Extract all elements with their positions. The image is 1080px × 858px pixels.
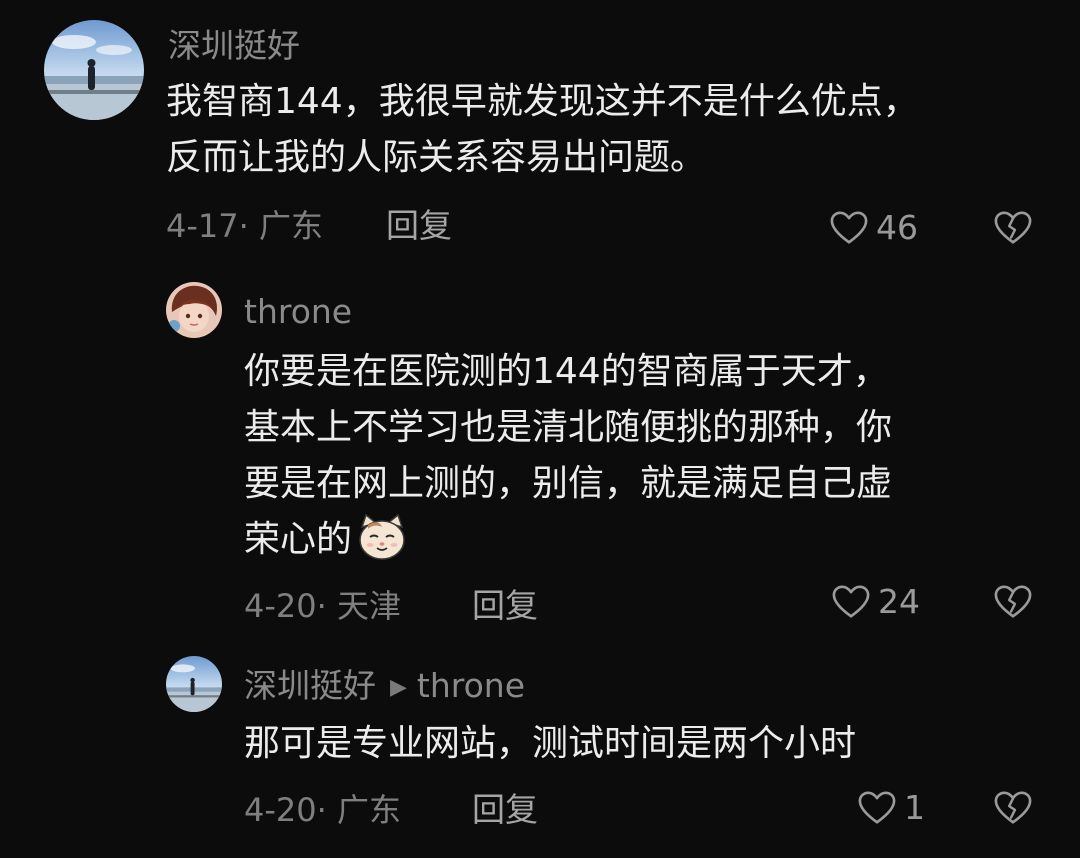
comment-date-location: 4-17· 广东	[166, 207, 323, 245]
heart-outline-icon	[832, 584, 870, 620]
lakeside-person-avatar-icon	[166, 656, 222, 712]
avatar[interactable]	[44, 20, 144, 120]
comment-text: 那可是专业网站，测试时间是两个小时	[244, 723, 857, 764]
comment-username[interactable]: throne	[244, 292, 352, 332]
like-button[interactable]: 46	[830, 208, 918, 248]
reply-button[interactable]: 回复	[386, 206, 452, 246]
comment-username[interactable]: 深圳挺好	[168, 26, 300, 66]
broken-heart-icon	[994, 210, 1032, 246]
anime-boy-avatar-icon	[166, 282, 222, 338]
avatar[interactable]	[166, 282, 222, 338]
avatar[interactable]	[166, 656, 222, 712]
dislike-button[interactable]	[994, 790, 1032, 826]
reply-to-username[interactable]: throne	[417, 666, 525, 705]
reply-button[interactable]: 回复	[472, 790, 538, 830]
like-button[interactable]: 24	[832, 582, 920, 622]
like-count: 24	[878, 582, 920, 621]
lakeside-person-avatar-icon	[44, 20, 144, 120]
comment-text: 你要是在医院测的144的智商属于天才， 基本上不学习也是清北随便挑的那种，你 要…	[244, 344, 1044, 568]
broken-heart-icon	[994, 584, 1032, 620]
cat-emoji-icon	[356, 513, 408, 561]
heart-outline-icon	[830, 210, 868, 246]
reply-arrow-icon: ▶	[390, 675, 407, 700]
reply-button[interactable]: 回复	[472, 586, 538, 626]
dislike-button[interactable]	[994, 584, 1032, 620]
comment-date-location: 4-20· 广东	[244, 791, 401, 829]
dislike-button[interactable]	[994, 210, 1032, 246]
comment-username[interactable]: 深圳挺好	[244, 666, 376, 705]
comment-text-body: 你要是在医院测的144的智商属于天才， 基本上不学习也是清北随便挑的那种，你 要…	[244, 351, 893, 560]
comment-text: 我智商144，我很早就发现这并不是什么优点， 反而让我的人际关系容易出问题。	[166, 81, 919, 178]
comment-username-row: 深圳挺好 ▶ throne	[244, 666, 525, 708]
broken-heart-icon	[994, 790, 1032, 826]
comment-date-location: 4-20· 天津	[244, 587, 401, 625]
like-button[interactable]: 1	[858, 788, 925, 828]
heart-outline-icon	[858, 790, 896, 826]
like-count: 46	[876, 208, 918, 247]
like-count: 1	[904, 788, 925, 827]
